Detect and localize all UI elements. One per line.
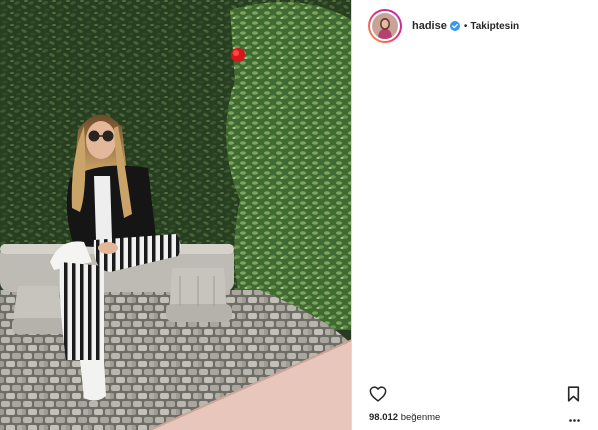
instagram-post: hadise • Takiptesin 98.012 beğenme xyxy=(0,0,598,430)
post-header: hadise • Takiptesin xyxy=(352,0,598,52)
avatar[interactable] xyxy=(368,9,402,43)
post-actions xyxy=(352,384,598,406)
verified-badge-icon xyxy=(449,21,460,31)
heart-outline-icon[interactable] xyxy=(369,386,387,407)
likes-number: 98.012 xyxy=(369,412,399,423)
likes-count[interactable]: 98.012 beğenme xyxy=(369,412,440,423)
post-photo[interactable] xyxy=(0,0,352,430)
post-side-panel: hadise • Takiptesin 98.012 beğenme xyxy=(352,0,598,430)
separator-dot: • xyxy=(463,20,468,32)
photo-scene xyxy=(0,0,352,430)
likes-word: beğenme xyxy=(400,412,441,423)
more-options-icon[interactable] xyxy=(569,414,580,422)
bookmark-outline-icon[interactable] xyxy=(567,386,580,407)
avatar-image xyxy=(372,13,398,39)
avatar-photo xyxy=(372,13,398,39)
following-button[interactable]: Takiptesin xyxy=(470,21,519,32)
avatar-border xyxy=(370,11,400,41)
username-link[interactable]: hadise xyxy=(412,20,447,32)
